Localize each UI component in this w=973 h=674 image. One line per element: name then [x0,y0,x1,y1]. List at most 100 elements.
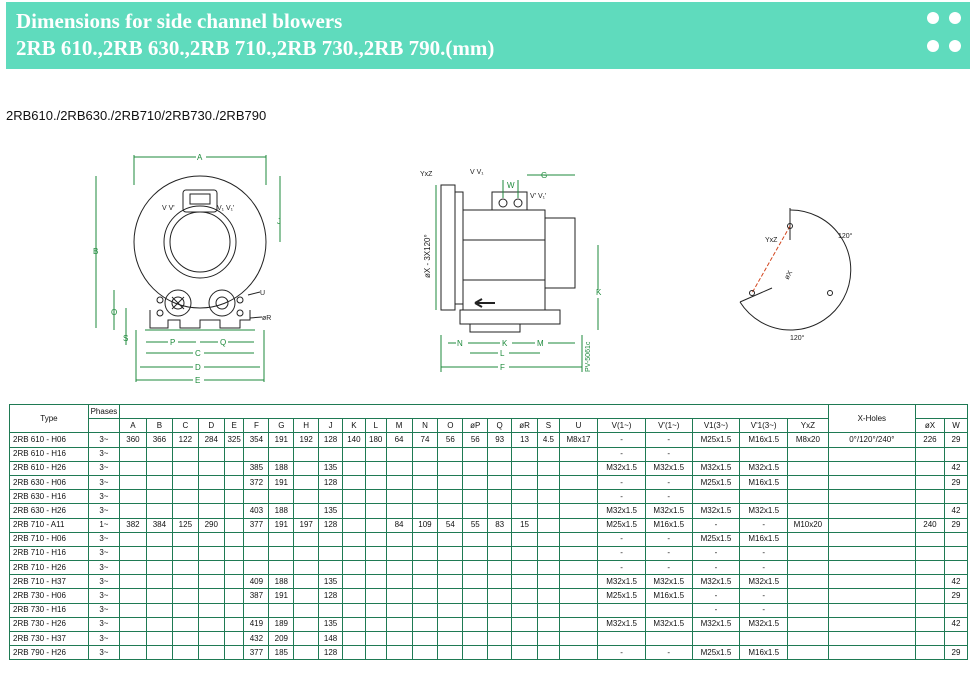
cell-dimension [739,630,789,647]
cell-phi-x [914,574,945,590]
cell-dimension: M25x1.5 [691,474,741,491]
cell-dimension [537,630,560,647]
cell-dimension [437,574,464,590]
cell-dimension [197,545,225,562]
cell-x-holes [827,630,916,647]
cell-weight [943,630,969,647]
cell-dimension [171,460,199,476]
hole-pattern-view: YxZ 120° 120° øX [739,208,853,342]
cell-dimension [364,574,387,590]
cell-phi-x [914,588,945,604]
cell-dimension [597,630,646,647]
cell-dimension [537,460,560,476]
cell-dimension: 191 [268,588,295,604]
cell-dimension [511,588,539,604]
cell-dimension [511,560,539,576]
cell-dimension [171,560,199,576]
cell-dimension [411,574,439,590]
cell-dimension: 372 [243,474,270,491]
cell-dimension [537,645,560,661]
cell-dimension [385,616,413,633]
cell-dimension: 64 [385,432,413,448]
cell-dimension: M8x20 [787,432,829,448]
cell-dimension [537,588,560,604]
cell-dimension [437,630,464,647]
cell-dimension [437,503,464,519]
decor-dot [949,40,961,52]
cell-dimension [171,645,199,661]
label-angle-top: 120° [838,232,853,240]
cell-dimension: M32x1.5 [739,616,789,633]
cell-dimension [171,545,199,562]
cell-weight [943,602,969,618]
table-row: 2RB 730 - H37 3~ 432 209 148 [9,630,969,647]
cell-dimension [462,560,489,576]
cell-dimension [462,616,489,633]
cell-dimension [537,503,560,519]
cell-dimension [364,560,387,576]
header-dim: D [197,418,225,434]
cell-dimension: 387 [243,588,270,604]
cell-phases: 3~ [87,645,120,661]
table-row: 2RB 630 - H06 3~ 372 191 128- - M25x1.5 M16x1.5… [9,474,969,491]
cell-dimension [487,560,513,576]
cell-dimension [145,616,173,633]
cell-dimension [537,545,560,562]
cell-dimension: M32x1.5 [644,503,693,519]
cell-phi-x [914,503,945,519]
cell-dimension [342,630,366,647]
cell-dimension [223,574,245,590]
cell-dimension [364,588,387,604]
cell-dimension [171,474,199,491]
cell-x-holes [827,460,916,476]
decor-dot [927,12,939,24]
cell-dimension [342,489,366,505]
cell-dimension [537,574,560,590]
cell-dimension: - [644,560,693,576]
cell-dimension [411,489,439,505]
cell-dimension [145,574,173,590]
cell-dimension [558,446,599,462]
cell-dimension: 148 [318,630,343,647]
cell-dimension [787,630,829,647]
cell-x-holes [827,503,916,519]
header-dim: YxZ [787,418,829,434]
header-dim: N [411,418,439,434]
dimension-table: Type Phases X-Holes A B C D E F G H J K L M N OøP QøR S… [9,403,969,661]
cell-dimension [511,545,539,562]
table-body: 2RB 610 - H06 3~ 360 366 122 284 325 354 191 192 1… [9,432,969,661]
table-header-row-1: Type Phases X-Holes [9,403,969,434]
cell-phi-x [914,474,945,491]
cell-dimension [364,503,387,519]
cell-dimension [787,574,829,590]
cell-dimension [145,588,173,604]
cell-type: 2RB 630 - H26 [9,503,89,519]
cell-dimension [197,503,225,519]
cell-dimension: M32x1.5 [691,574,741,590]
cell-weight [943,489,969,505]
table-row: 2RB 790 - H26 3~ 377 185 128- - M25x1.5 M16x1.5… [9,645,969,661]
header-banner: Dimensions for side channel blowers 2RB … [6,2,970,69]
cell-dimension [437,489,464,505]
cell-dimension [118,474,147,491]
cell-dimension [511,474,539,491]
table-row: 2RB 610 - H16 3~ - - [9,446,969,462]
cell-type: 2RB 710 - A11 [9,517,89,533]
cell-dimension: 4.5 [537,432,560,448]
cell-dimension: 209 [268,630,295,647]
table-header-row-2: A B C D E F G H J K L M N OøP QøR S U V(1~) V'(1~) V1(3~) V'… [10,418,969,434]
cell-type: 2RB 610 - H16 [9,446,89,462]
decor-dot [949,12,961,24]
cell-dimension: M25x1.5 [691,645,741,661]
cell-dimension [462,446,489,462]
cell-type: 2RB 630 - H06 [9,474,89,491]
cell-weight: 42 [943,503,969,519]
cell-dimension: 191 [268,432,295,448]
side-view: G W K N K M L F YxZ V V₁ V' V₁' øX - 3X1… [420,169,602,372]
cell-dimension [487,645,513,661]
label-yxz: YxZ [420,171,433,178]
cell-dimension: M32x1.5 [691,460,741,476]
table-row: 2RB 630 - H16 3~ - - [9,489,969,505]
cell-dimension [318,446,343,462]
cell-x-holes [827,602,916,618]
